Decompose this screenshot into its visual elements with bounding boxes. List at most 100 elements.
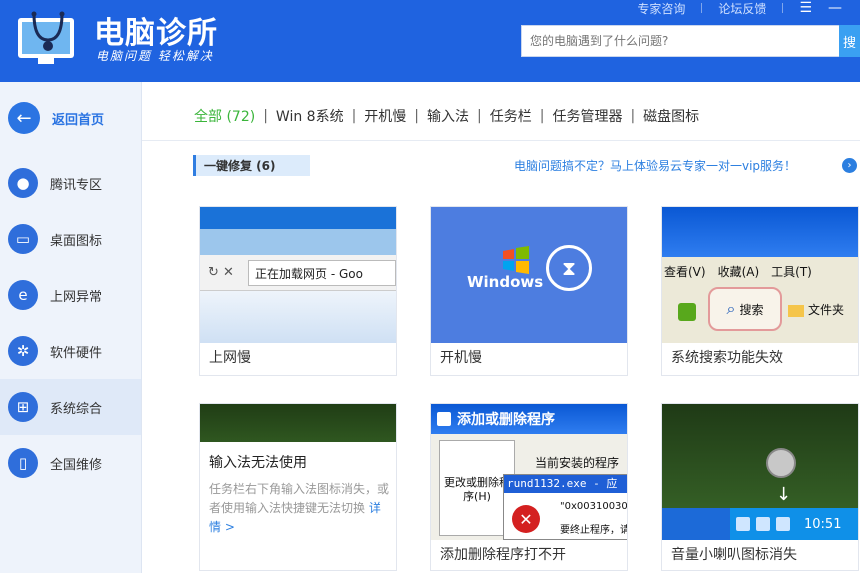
divider <box>782 3 784 13</box>
sidebar-item-label: 系统综合 <box>50 401 103 417</box>
magnifier-icon: ⌕ <box>726 299 736 318</box>
program-icon <box>437 412 451 426</box>
error-icon: ✕ <box>512 505 540 533</box>
system-tray: 10:51 <box>730 508 858 540</box>
sidebar-item-internet[interactable]: e 上网异常 <box>0 267 141 323</box>
tab-all[interactable]: 全部 (72) <box>194 106 261 126</box>
down-arrow-icon: ↓ <box>776 484 792 505</box>
browser-page <box>200 291 396 343</box>
explorer-menubar: 查看(V) 收藏(A) 工具(T) <box>662 259 858 283</box>
back-arrow-icon: ← <box>8 102 40 134</box>
fix-card-slow-internet[interactable]: ↻ ✕ 正在加载网页 - Goo 上网慢 <box>199 206 397 376</box>
menu-icon[interactable]: ☰ <box>799 0 812 16</box>
divider: | <box>539 108 545 124</box>
error-code: "0x00310030" <box>560 501 627 512</box>
card-title: 系统搜索功能失效 <box>671 350 783 366</box>
fix-card-input-method[interactable]: 输入法无法使用 任务栏右下角输入法图标消失，或者使用输入法快捷键无法切换 详情 … <box>199 403 397 571</box>
tab-disk-icons[interactable]: 磁盘图标 <box>637 106 705 126</box>
penguin-icon: ● <box>8 168 38 198</box>
sidebar-item-software-hardware[interactable]: ✲ 软件硬件 <box>0 323 141 379</box>
app-title: 电脑诊所 <box>94 16 218 51</box>
card-thumbnail: ↻ ✕ 正在加载网页 - Goo <box>200 207 396 343</box>
address-bar: 正在加载网页 - Goo <box>248 260 396 286</box>
sidebar-item-tencent[interactable]: ● 腾讯专区 <box>0 155 141 211</box>
description-text: 任务栏右下角输入法图标消失，或者使用输入法快捷键无法切换 <box>209 482 390 515</box>
up-folder-icon <box>678 303 696 321</box>
card-thumbnail: Windows ⧗ <box>431 207 627 343</box>
sidebar-item-repair[interactable]: ▯ 全国维修 <box>0 435 141 491</box>
speaker-icon <box>766 448 796 478</box>
sidebar-item-label: 返回首页 <box>52 112 105 128</box>
folders-label: 文件夹 <box>808 303 845 317</box>
sidebar-item-desktop-icons[interactable]: ▭ 桌面图标 <box>0 211 141 267</box>
browser-titlebar <box>200 207 396 229</box>
sidebar-item-label: 桌面图标 <box>50 233 103 249</box>
card-title: 开机慢 <box>440 350 482 366</box>
divider <box>142 140 860 141</box>
fix-card-search-failure[interactable]: 查看(V) 收藏(A) 工具(T) ⌕ 搜索 文件夹 系统搜索功能失效 <box>661 206 859 376</box>
chevron-right-icon[interactable]: › <box>842 158 857 173</box>
clock-time: 10:51 <box>804 516 842 532</box>
shield-icon <box>776 517 790 531</box>
section-tag: 一键修复 (6) <box>193 155 310 176</box>
fix-card-volume-icon[interactable]: ↓ 10:51 音量小喇叭图标消失 <box>661 403 859 571</box>
menu-favorites: 收藏(A) <box>717 264 760 279</box>
ie-icon: e <box>8 280 38 310</box>
tab-task-manager[interactable]: 任务管理器 <box>546 106 628 126</box>
sidebar-item-label: 软件硬件 <box>50 345 103 361</box>
windows-brand: Windows <box>467 273 544 291</box>
card-thumbnail: 查看(V) 收藏(A) 工具(T) ⌕ 搜索 文件夹 <box>662 207 858 343</box>
search-button[interactable]: 搜 <box>839 25 860 57</box>
installed-programs-label: 当前安装的程序 <box>535 456 620 470</box>
expert-consult-link[interactable]: 专家咨询 <box>637 0 685 17</box>
sidebar-item-system[interactable]: ⊞ 系统综合 <box>0 379 141 435</box>
folders-button: 文件夹 <box>788 301 844 318</box>
card-title: 音量小喇叭图标消失 <box>671 547 797 563</box>
fix-card-slow-boot[interactable]: Windows ⧗ 开机慢 <box>430 206 628 376</box>
search-box <box>521 25 843 57</box>
search-toolbar-button: ⌕ 搜索 <box>708 287 782 331</box>
explorer-toolbar: ⌕ 搜索 文件夹 <box>662 283 858 341</box>
tab-win8[interactable]: Win 8系统 <box>270 106 350 126</box>
terminate-text: 要终止程序，请 <box>560 525 627 536</box>
windows-flag-icon <box>503 246 529 274</box>
card-thumbnail: 添加或删除程序 更改或删除程序(H) 当前安装的程序 rund1132.exe … <box>431 404 627 540</box>
tray-icon <box>736 517 750 531</box>
stethoscope-monitor-logo-icon <box>18 11 74 64</box>
window-titlebar: 添加或删除程序 <box>431 404 627 434</box>
xp-titlebar <box>662 207 858 257</box>
phone-icon: ▯ <box>8 448 38 478</box>
app-subtitle: 电脑问题 轻松解决 <box>96 49 214 63</box>
top-links: 专家咨询 论坛反馈 ☰ — <box>637 0 842 16</box>
card-title: 上网慢 <box>209 350 251 366</box>
change-remove-label: 更改或删除程序(H) <box>444 476 510 503</box>
vip-promo-link[interactable]: 电脑问题搞不定？马上体验易云专家一对一vip服务！ <box>514 157 796 174</box>
search-label: 搜索 <box>739 302 764 317</box>
header: 电脑诊所 电脑问题 轻松解决 专家咨询 论坛反馈 ☰ — 搜 <box>0 0 860 82</box>
tab-slow-boot[interactable]: 开机慢 <box>358 106 412 126</box>
divider: | <box>477 108 482 124</box>
minimize-icon[interactable]: — <box>828 0 842 16</box>
gear-icon: ✲ <box>8 336 38 366</box>
error-dialog: rund1132.exe - 应 ✕ "0x00310030" 要终止程序，请 <box>503 474 627 540</box>
sidebar-back-home[interactable]: ← 返回首页 <box>0 90 141 146</box>
folder-icon <box>788 304 804 317</box>
card-thumbnail <box>200 404 396 442</box>
forum-feedback-link[interactable]: 论坛反馈 <box>718 0 766 17</box>
search-input[interactable] <box>522 26 832 56</box>
tab-taskbar[interactable]: 任务栏 <box>484 106 538 126</box>
hourglass-icon: ⧗ <box>546 245 592 291</box>
reload-stop-icons: ↻ ✕ <box>208 265 234 280</box>
browser-tabbar <box>200 229 396 255</box>
menu-view: 查看(V) <box>664 264 706 279</box>
windows-icon: ⊞ <box>8 392 38 422</box>
card-description: 任务栏右下角输入法图标消失，或者使用输入法快捷键无法切换 详情 > <box>209 480 391 537</box>
sidebar: ← 返回首页 ● 腾讯专区 ▭ 桌面图标 e 上网异常 ✲ 软件硬件 ⊞ 系统综… <box>0 82 142 573</box>
card-title: 输入法无法使用 <box>209 455 307 471</box>
fix-card-add-remove-programs[interactable]: 添加或删除程序 更改或删除程序(H) 当前安装的程序 rund1132.exe … <box>430 403 628 571</box>
menu-tools: 工具(T) <box>771 264 812 279</box>
sidebar-item-label: 上网异常 <box>50 289 103 305</box>
tab-input-method[interactable]: 输入法 <box>421 106 475 126</box>
monitor-icon: ▭ <box>8 224 38 254</box>
tray-icon <box>756 517 770 531</box>
